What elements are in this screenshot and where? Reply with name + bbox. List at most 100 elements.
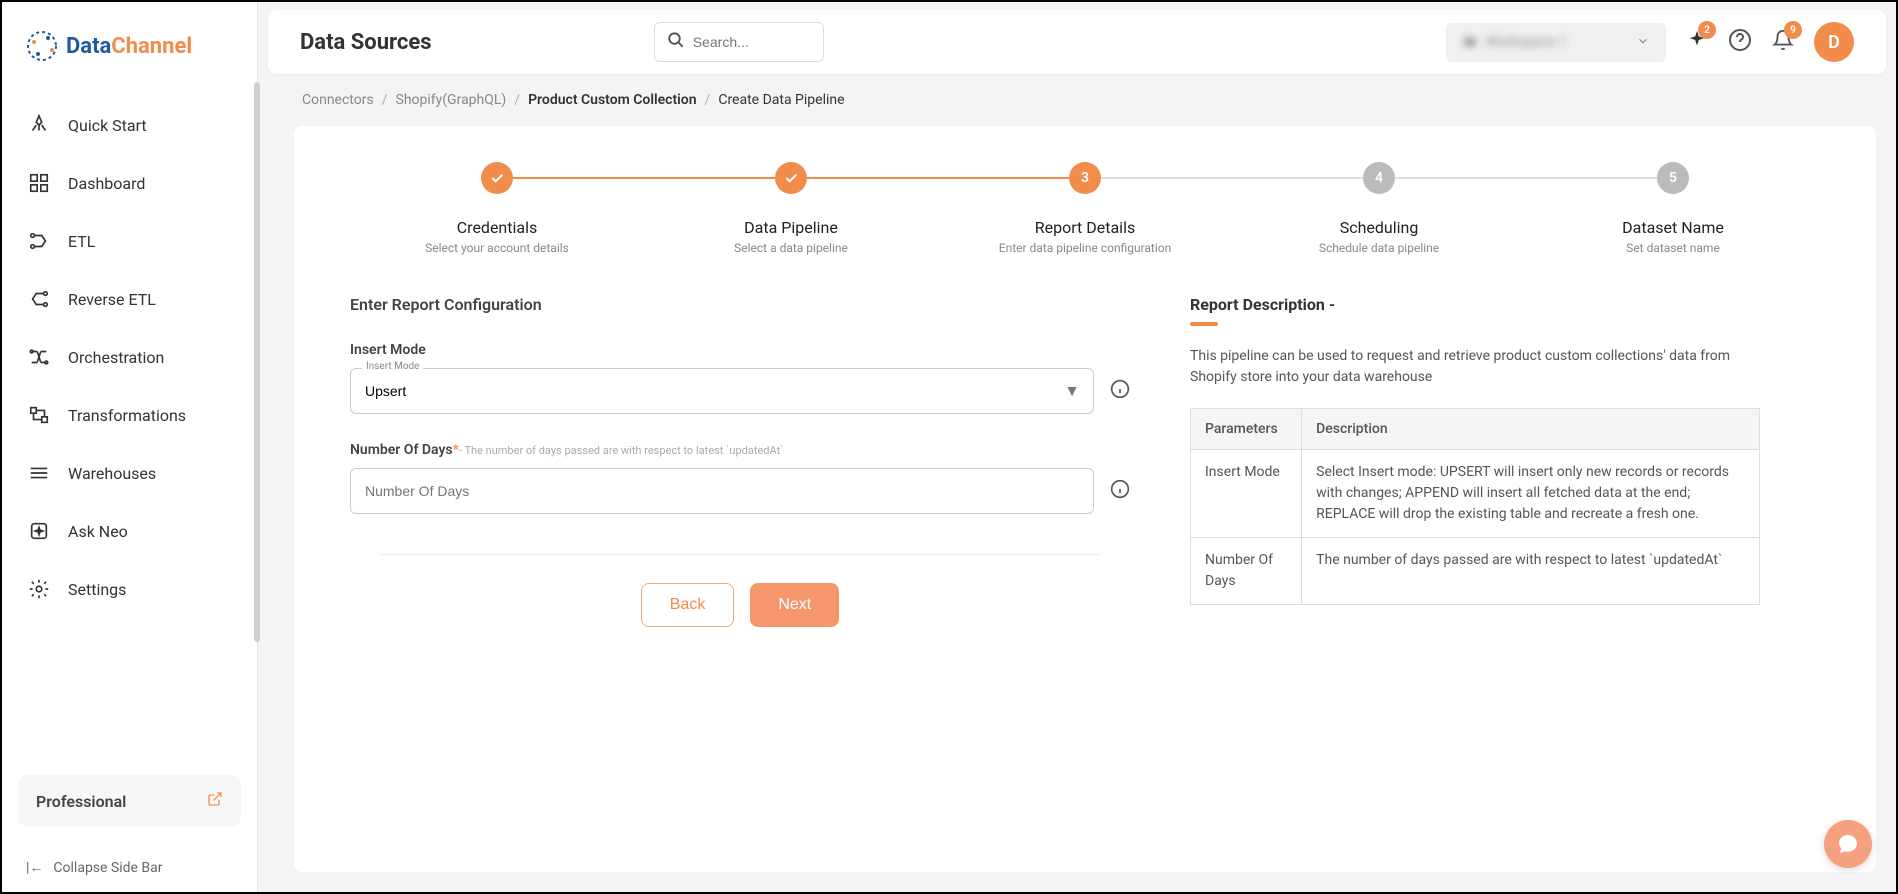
workspace-name: Workspace 1 (1462, 34, 1567, 50)
field-insert-mode: Insert Mode Upsert ▼ (350, 342, 1130, 414)
sidebar-item-warehouses[interactable]: Warehouses (2, 444, 257, 502)
page-title: Data Sources (300, 30, 432, 55)
next-button[interactable]: Next (750, 583, 839, 627)
check-icon (775, 162, 807, 194)
divider (380, 554, 1100, 555)
table-row: Insert Mode Select Insert mode: UPSERT w… (1191, 450, 1760, 538)
sidebar-item-etl[interactable]: ETL (2, 212, 257, 270)
nav-label: Settings (68, 580, 126, 599)
cell-desc: Select Insert mode: UPSERT will insert o… (1302, 450, 1760, 538)
sidebar-item-ask-neo[interactable]: Ask Neo (2, 502, 257, 560)
nav: Quick Start Dashboard ETL Reverse ETL Or… (2, 90, 257, 759)
desc-underline (1190, 322, 1218, 326)
step-number: 3 (1069, 162, 1101, 194)
sidebar-item-dashboard[interactable]: Dashboard (2, 154, 257, 212)
step-pipeline[interactable]: Data Pipeline Select a data pipeline (644, 162, 938, 255)
orchestration-icon (28, 346, 50, 368)
th-description: Description (1302, 409, 1760, 450)
table-row: Number Of Days The number of days passed… (1191, 538, 1760, 605)
breadcrumb-connectors[interactable]: Connectors (302, 92, 374, 108)
step-title: Credentials (457, 218, 538, 237)
workspace-dropdown[interactable]: Workspace 1 (1446, 23, 1666, 62)
sparkle-icon (28, 520, 50, 542)
nav-label: Orchestration (68, 348, 164, 367)
cell-param: Number Of Days (1191, 538, 1302, 605)
step-title: Scheduling (1340, 218, 1419, 237)
days-input[interactable] (350, 468, 1094, 514)
sidebar-item-transformations[interactable]: Transformations (2, 386, 257, 444)
cell-desc: The number of days passed are with respe… (1302, 538, 1760, 605)
check-icon (481, 162, 513, 194)
back-button[interactable]: Back (641, 583, 735, 627)
nav-label: Quick Start (68, 116, 147, 135)
gear-icon (28, 578, 50, 600)
warehouse-icon (28, 462, 50, 484)
bell-icon-btn[interactable]: 9 (1772, 29, 1794, 55)
sidebar-item-quickstart[interactable]: Quick Start (2, 96, 257, 154)
sidebar-item-settings[interactable]: Settings (2, 560, 257, 618)
sparkle-icon-btn[interactable]: 2 (1686, 29, 1708, 55)
main: Data Sources Workspace 1 2 (258, 2, 1896, 892)
step-scheduling[interactable]: 4 Scheduling Schedule data pipeline (1232, 162, 1526, 255)
insert-mode-select[interactable]: Upsert (350, 368, 1094, 414)
desc-text: This pipeline can be used to request and… (1190, 346, 1760, 388)
badge: 2 (1698, 21, 1716, 39)
collapse-sidebar[interactable]: |← Collapse Side Bar (2, 843, 257, 892)
logo-icon (26, 30, 58, 62)
sidebar: DataChannel Quick Start Dashboard ETL Re… (2, 2, 258, 892)
content: Credentials Select your account details … (294, 126, 1876, 872)
collapse-icon: |← (26, 859, 43, 876)
nav-label: Transformations (68, 406, 186, 425)
step-subtitle: Schedule data pipeline (1319, 241, 1439, 255)
form-right: Report Description - This pipeline can b… (1190, 295, 1760, 627)
search-box[interactable] (654, 22, 824, 62)
collapse-label: Collapse Side Bar (53, 860, 162, 876)
step-report[interactable]: 3 Report Details Enter data pipeline con… (938, 162, 1232, 255)
logo-text: DataChannel (66, 34, 192, 59)
breadcrumb-shopify[interactable]: Shopify(GraphQL) (396, 92, 507, 108)
avatar[interactable]: D (1814, 22, 1854, 62)
sidebar-item-reverse-etl[interactable]: Reverse ETL (2, 270, 257, 328)
plan-box[interactable]: Professional (18, 775, 241, 827)
breadcrumb-product: Product Custom Collection (528, 92, 696, 108)
step-subtitle: Set dataset name (1626, 241, 1720, 255)
nav-label: Dashboard (68, 174, 145, 193)
transformations-icon (28, 404, 50, 426)
grid-icon (28, 172, 50, 194)
cell-param: Insert Mode (1191, 450, 1302, 538)
th-parameters: Parameters (1191, 409, 1302, 450)
nav-label: Warehouses (68, 464, 156, 483)
logo[interactable]: DataChannel (2, 2, 257, 90)
chat-bubble[interactable] (1824, 820, 1872, 868)
form-left: Enter Report Configuration Insert Mode U… (350, 295, 1130, 627)
topbar: Data Sources Workspace 1 2 (268, 10, 1886, 74)
info-icon[interactable] (1110, 379, 1130, 403)
nav-label: Reverse ETL (68, 290, 156, 309)
insert-mode-label: Insert Mode (350, 342, 1130, 358)
section-title: Enter Report Configuration (350, 295, 1130, 314)
external-link-icon (207, 791, 223, 811)
plan-name: Professional (36, 792, 126, 811)
stepper: Credentials Select your account details … (350, 162, 1820, 255)
info-icon[interactable] (1110, 479, 1130, 503)
step-number: 5 (1657, 162, 1689, 194)
step-subtitle: Enter data pipeline configuration (999, 241, 1172, 255)
step-dataset[interactable]: 5 Dataset Name Set dataset name (1526, 162, 1820, 255)
rocket-icon (28, 114, 50, 136)
nav-label: Ask Neo (68, 522, 128, 541)
param-table: Parameters Description Insert Mode Selec… (1190, 408, 1760, 605)
step-title: Dataset Name (1622, 218, 1724, 237)
help-icon-btn[interactable] (1728, 28, 1752, 56)
step-credentials[interactable]: Credentials Select your account details (350, 162, 644, 255)
field-days: Number Of Days*- The number of days pass… (350, 442, 1130, 514)
sidebar-item-orchestration[interactable]: Orchestration (2, 328, 257, 386)
days-label: Number Of Days*- The number of days pass… (350, 442, 1130, 458)
step-subtitle: Select a data pipeline (734, 241, 848, 255)
search-input[interactable] (693, 34, 811, 50)
reverse-etl-icon (28, 288, 50, 310)
breadcrumb: Connectors / Shopify(GraphQL) / Product … (258, 74, 1896, 118)
search-icon (667, 31, 685, 53)
step-title: Report Details (1035, 218, 1135, 237)
badge: 9 (1784, 21, 1802, 39)
breadcrumb-create: Create Data Pipeline (718, 92, 844, 108)
